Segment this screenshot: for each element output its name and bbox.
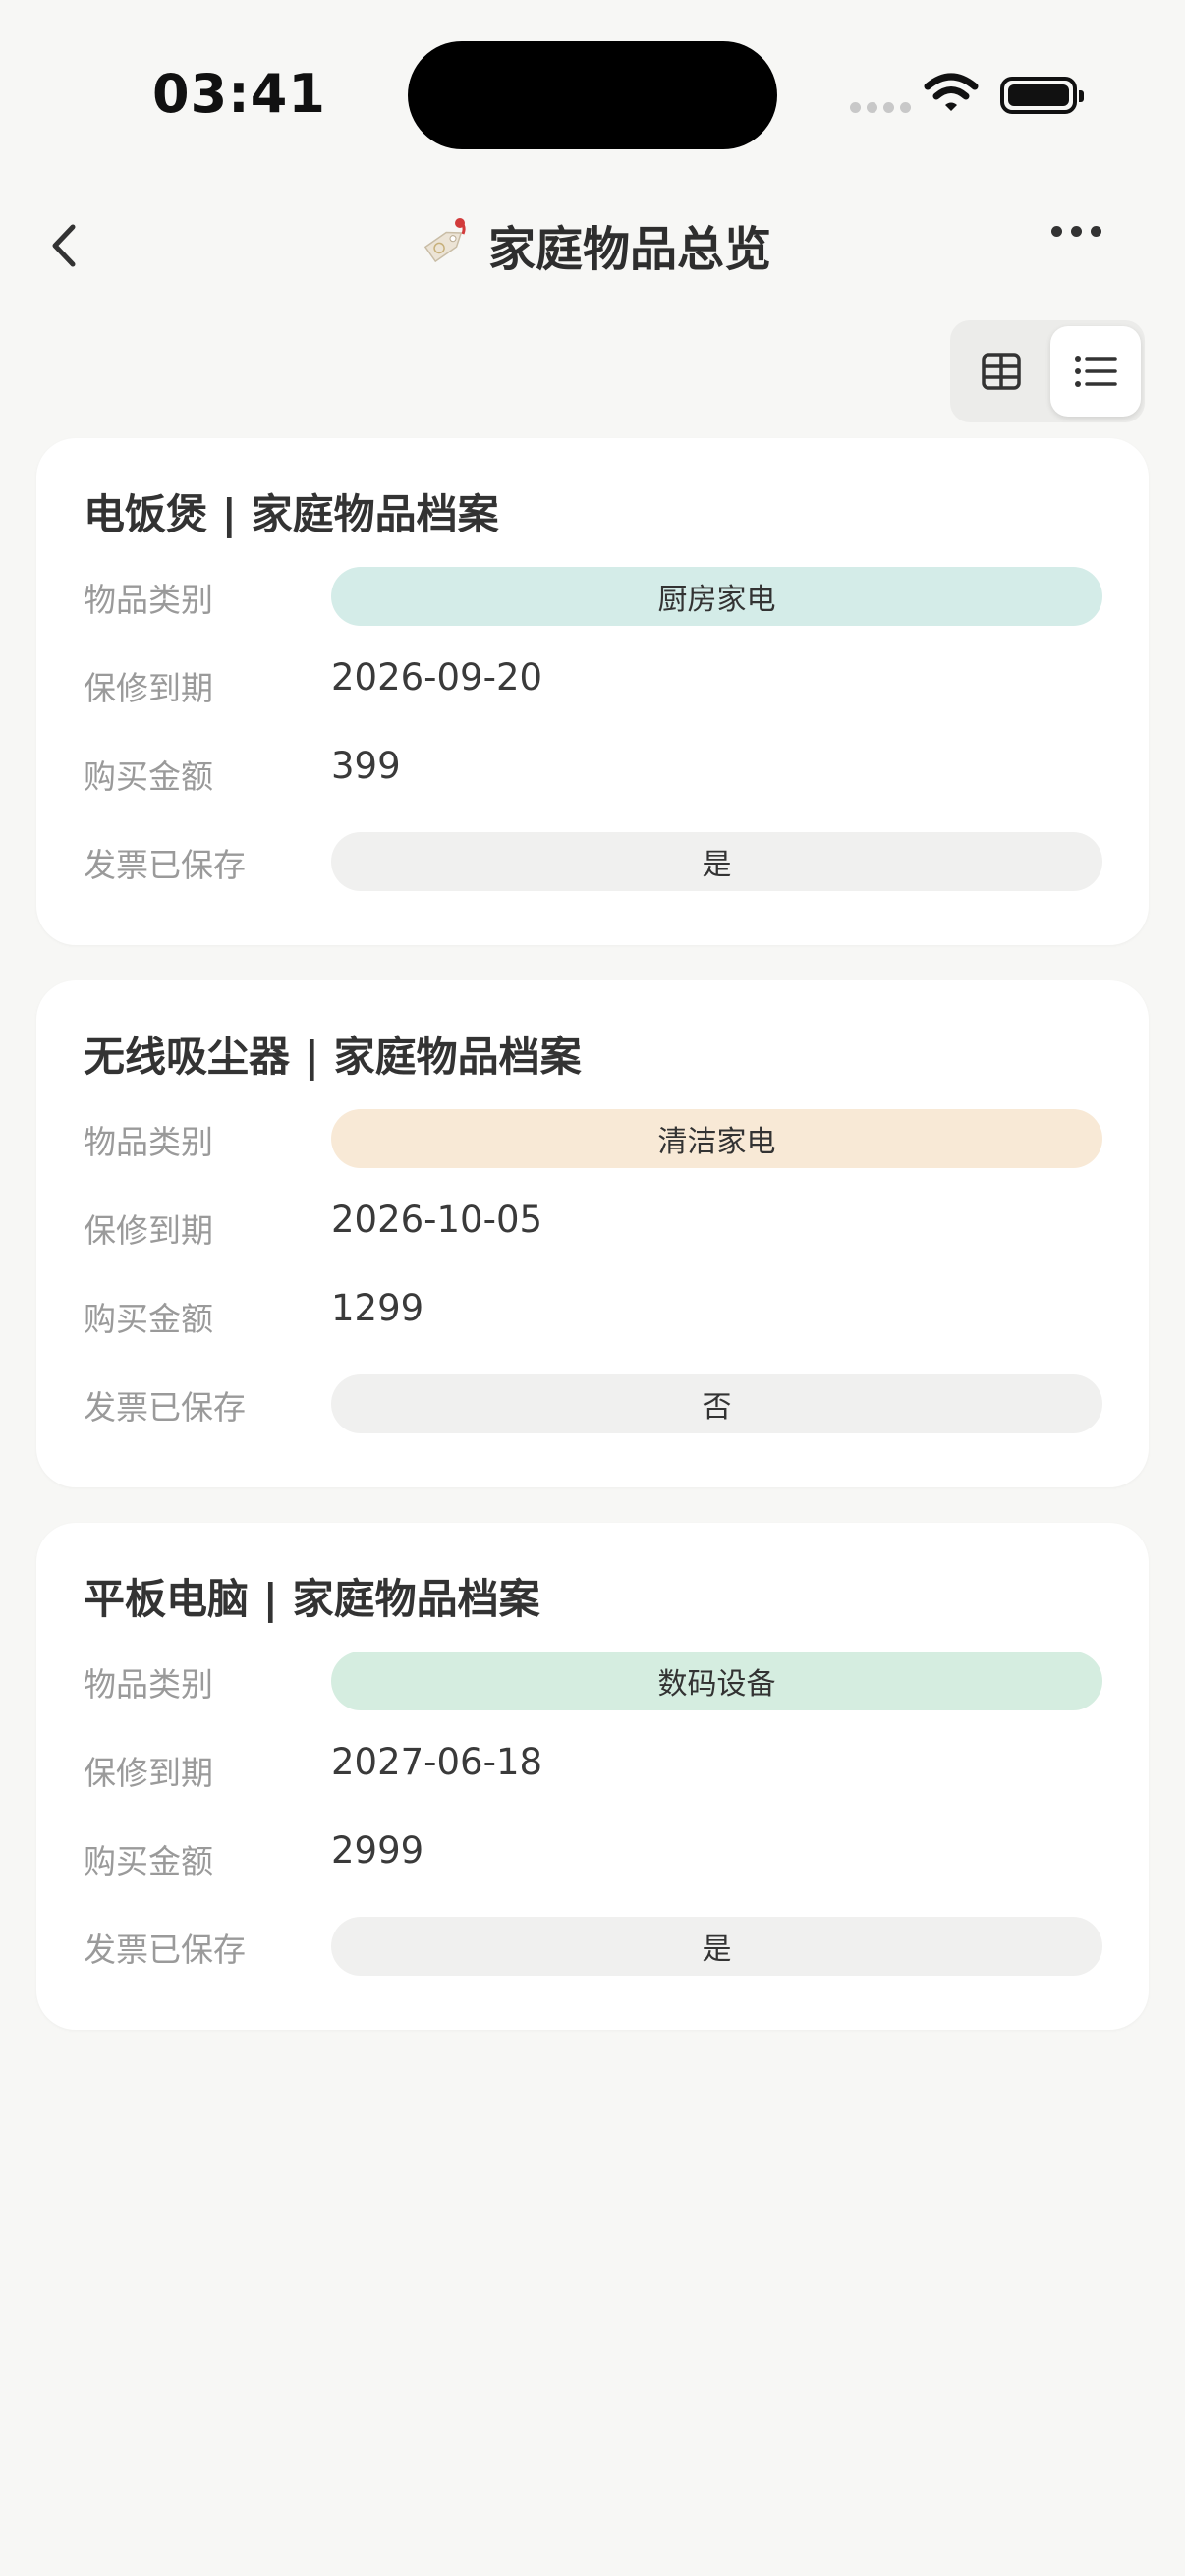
warranty-value: 2027-06-18 [331,1741,543,1783]
warranty-value: 2026-09-20 [331,656,543,699]
invoice-tag: 是 [331,832,1102,891]
more-dot-icon [1051,226,1062,237]
view-toggle [950,320,1145,422]
list-icon [1075,356,1117,387]
amount-value: 2999 [331,1829,424,1872]
more-dot-icon [1071,226,1082,237]
warranty-label: 保修到期 [84,1211,213,1250]
list-view-button[interactable] [1050,326,1141,417]
category-label: 物品类别 [84,581,213,619]
item-card[interactable]: 平板电脑 | 家庭物品档案 物品类别 数码设备 保修到期 2027-06-18 … [36,1523,1149,2030]
category-tag: 清洁家电 [331,1109,1102,1168]
battery-icon [1000,77,1084,114]
amount-value: 1299 [331,1287,424,1329]
more-dot-icon [1091,226,1101,237]
dynamic-island [408,41,777,149]
item-card-title: 平板电脑 | 家庭物品档案 [84,1575,540,1623]
item-card-title: 无线吸尘器 | 家庭物品档案 [84,1033,582,1081]
table-view-button[interactable] [956,326,1046,417]
nav-bar: 家庭物品总览 [0,187,1185,305]
invoice-tag: 是 [331,1917,1102,1976]
warranty-value: 2026-10-05 [331,1199,543,1241]
amount-value: 399 [331,745,401,787]
amount-label: 购买金额 [84,757,213,796]
invoice-label: 发票已保存 [84,846,246,884]
more-options-button[interactable] [1051,226,1101,237]
status-bar: 03:41 [0,0,1185,187]
item-card-title: 电饭煲 | 家庭物品档案 [84,490,499,538]
invoice-label: 发票已保存 [84,1388,246,1427]
wifi-icon [924,73,979,111]
category-tag: 厨房家电 [331,567,1102,626]
warranty-label: 保修到期 [84,669,213,707]
amount-label: 购买金额 [84,1842,213,1880]
page-title-group: 家庭物品总览 [0,210,1185,279]
table-icon [982,353,1021,390]
tag-icon [423,218,466,263]
status-time: 03:41 [152,63,326,125]
amount-label: 购买金额 [84,1300,213,1338]
category-label: 物品类别 [84,1123,213,1161]
category-tag: 数码设备 [331,1652,1102,1710]
item-card[interactable]: 无线吸尘器 | 家庭物品档案 物品类别 清洁家电 保修到期 2026-10-05… [36,980,1149,1487]
warranty-label: 保修到期 [84,1754,213,1792]
invoice-label: 发票已保存 [84,1931,246,1969]
page-title: 家庭物品总览 [487,222,771,277]
invoice-tag: 否 [331,1374,1102,1433]
category-label: 物品类别 [84,1665,213,1704]
cellular-signal-icon [850,102,911,113]
item-card[interactable]: 电饭煲 | 家庭物品档案 物品类别 厨房家电 保修到期 2026-09-20 购… [36,438,1149,945]
